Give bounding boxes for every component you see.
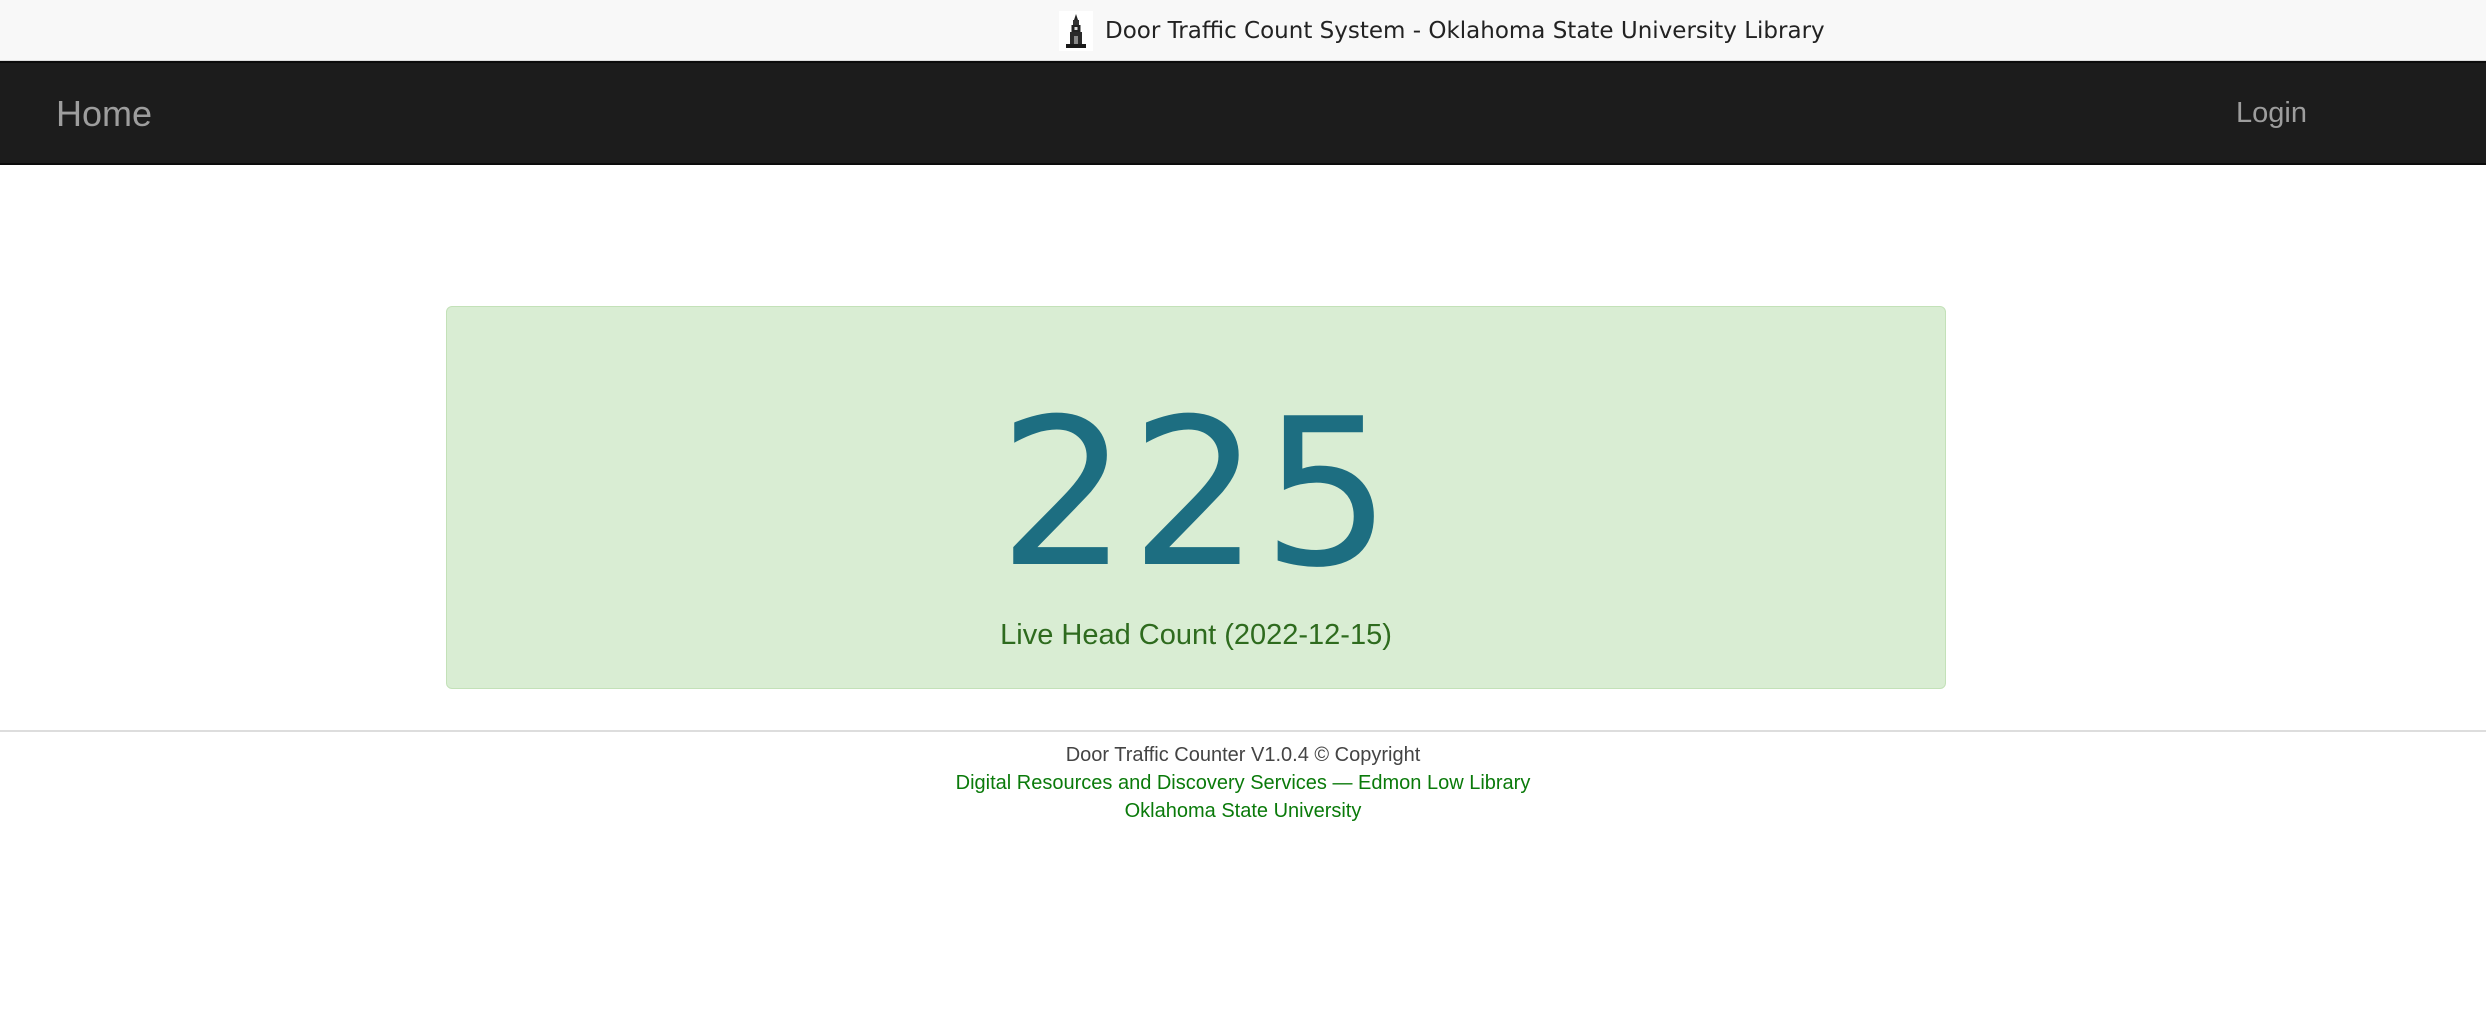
library-tower-icon (1059, 10, 1093, 51)
head-count-value: 225 (998, 376, 1394, 613)
head-count-label: Live Head Count (2022-12-15) (1000, 619, 1392, 651)
footer-university-link[interactable]: Oklahoma State University (1125, 800, 1362, 822)
nav-home-link[interactable]: Home (56, 93, 152, 135)
footer-dept-link[interactable]: Digital Resources and Discovery Services… (956, 772, 1531, 794)
footer-divider (0, 730, 2486, 732)
footer: Door Traffic Counter V1.0.4 © Copyright … (0, 741, 2486, 825)
head-count-card: 225 Live Head Count (2022-12-15) (446, 306, 1946, 689)
title-wrap: Door Traffic Count System - Oklahoma Sta… (1059, 0, 1825, 61)
footer-version: Door Traffic Counter V1.0.4 © Copyright (1065, 744, 1421, 766)
navbar: Home Login (0, 61, 2486, 165)
title-bar: Door Traffic Count System - Oklahoma Sta… (0, 0, 2486, 61)
nav-login-link[interactable]: Login (2236, 97, 2307, 130)
page-title: Door Traffic Count System - Oklahoma Sta… (1105, 17, 1825, 44)
